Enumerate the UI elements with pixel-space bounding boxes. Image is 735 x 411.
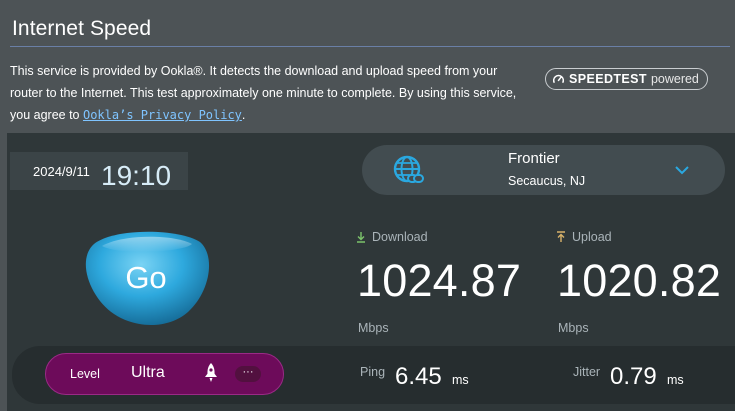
powered-text: powered [650,72,699,86]
download-label-text: Download [372,230,428,244]
upload-arrow-icon [557,231,565,242]
download-value: 1024.87 [357,255,522,306]
download-arrow-icon [357,232,365,243]
server-location: Secaucus, NJ [508,174,586,188]
privacy-policy-link[interactable]: Ookla’s Privacy Policy [83,108,242,122]
title-divider [10,46,730,47]
level-value: Ultra [131,364,165,381]
upload-unit: Mbps [558,321,589,335]
upload-label: Upload [556,230,612,244]
chevron-down-icon[interactable] [674,164,690,176]
jitter-unit: ms [667,373,684,387]
ping-unit: ms [452,373,469,387]
download-unit: Mbps [358,321,389,335]
globe-link-icon [393,155,424,183]
download-label: Download [356,230,428,244]
test-time: 19:10 [101,160,172,191]
speedtest-wordmark: SPEEDTEST [569,72,647,86]
upload-value: 1020.82 [557,255,722,306]
rocket-icon [205,363,217,382]
test-date: 2024/9/11 [33,164,90,179]
ping-label: Ping [360,365,386,379]
upload-label-text: Upload [572,230,612,244]
description-end: . [241,108,246,122]
page-title: Internet Speed [12,17,152,40]
go-button[interactable]: Go [80,226,212,330]
level-label: Level [70,367,100,381]
speedtest-gauge-icon [553,74,564,83]
go-button-label: Go [125,260,167,295]
server-name: Frontier [508,150,560,167]
more-options-button[interactable]: ··· [235,366,261,382]
ping-value: 6.45 [395,363,442,390]
speedtest-powered-badge: SPEEDTEST powered [545,68,708,90]
service-description: This service is provided by Ookla®. It d… [10,60,530,126]
jitter-label: Jitter [573,365,601,379]
jitter-value: 0.79 [610,363,657,390]
